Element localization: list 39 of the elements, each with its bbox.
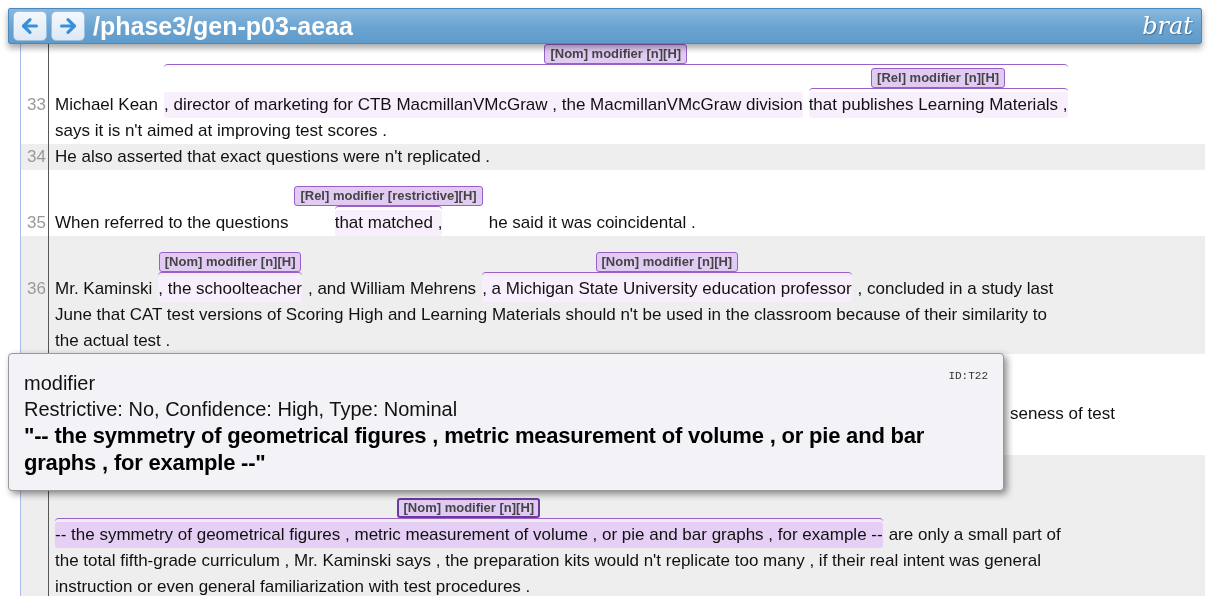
annotation-label[interactable]: [Rel] modifier [n][H] (871, 68, 1006, 88)
back-button[interactable] (13, 11, 47, 41)
annotated-text: , director of marketing for CTB MacmillanVMcGraw , the MacmillanVMcGraw division (164, 92, 803, 118)
annotated-text: that publishes Learning Materials , (808, 92, 1068, 118)
sentence-text: the total fifth-grade curriculum , Mr. Kaminski says , the preparation kits would n't replicate too many , if their real intent was general (55, 550, 1041, 572)
line-number: 35 (27, 212, 47, 234)
annotated-text: , a Michigan State University education professor (482, 276, 852, 302)
logo: brat (1142, 12, 1193, 40)
sentence-text: , concluded in a study last (857, 278, 1054, 300)
sentence-text: When referred to the questions (55, 212, 289, 234)
sentence-text: June that CAT test versions of Scoring High and Learning Materials should n't be used in the classroom because of their similarity to (55, 304, 1047, 326)
forward-button[interactable] (51, 11, 85, 41)
annotation-label[interactable]: [Nom] modifier [n][H] (397, 498, 541, 518)
sentence-text: are only a small part of (888, 524, 1061, 546)
annotated-text: , the schoolteacher (158, 276, 302, 302)
right-arrow-icon (57, 15, 79, 37)
sentence-text: seness of test (1010, 403, 1115, 425)
annotation-label[interactable]: [Rel] modifier [restrictive][H] (294, 186, 483, 206)
sentence-text: instruction or even general familiarization with test procedures . (55, 576, 531, 596)
annotation-id: ID:T22 (948, 370, 988, 382)
annotation-attributes: Restrictive: No, Confidence: High, Type: Nominal (24, 397, 459, 422)
document-title: /phase3/gen-p03-aeaa (93, 11, 354, 41)
sentence-text: Mr. Kaminski (55, 278, 153, 300)
sentence-text: the actual test . (55, 330, 171, 352)
annotation-quote: "-- the symmetry of geometrical figures , metric measurement of volume , or pie and bar graphs , for example --" (24, 422, 926, 476)
sentence-text: he said it was coincidental . (488, 212, 696, 234)
line-number: 36 (27, 278, 47, 300)
annotated-text: that matched , (334, 210, 443, 236)
annotated-text: -- the symmetry of geometrical figures , metric measurement of volume , or pie and bar graphs , for example -- (55, 522, 883, 548)
annotation-label[interactable]: [Nom] modifier [n][H] (158, 252, 302, 272)
sentence-text: He also asserted that exact questions were n't replicated . (55, 146, 491, 168)
line-number: 33 (27, 94, 47, 116)
line-number: 34 (27, 146, 47, 168)
annotation-type: modifier (24, 371, 96, 396)
annotation-label[interactable]: [Nom] modifier [n][H] (595, 252, 739, 272)
sentence-text: says it is n't aimed at improving test scores . (55, 120, 388, 142)
sentence-text: , and William Mehrens (307, 278, 477, 300)
sentence-text: Michael Kean (55, 94, 158, 116)
annotation-label[interactable]: [Nom] modifier [n][H] (544, 44, 688, 64)
